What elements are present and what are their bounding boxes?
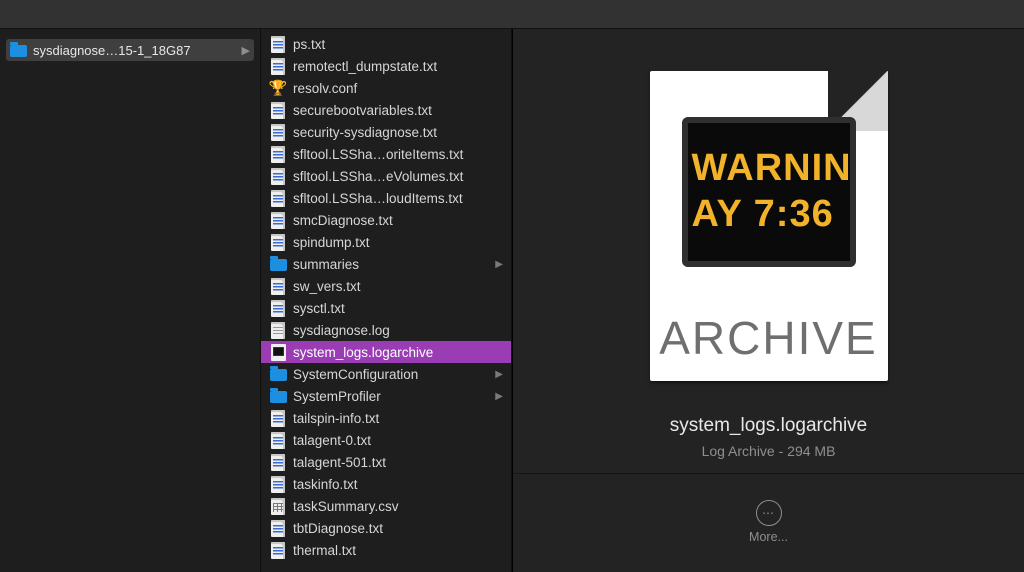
document-icon xyxy=(269,233,287,251)
document-icon xyxy=(269,101,287,119)
file-name: sysdiagnose.log xyxy=(293,323,390,338)
document-icon xyxy=(269,57,287,75)
document-icon xyxy=(269,277,287,295)
file-name: sw_vers.txt xyxy=(293,279,361,294)
window-titlebar[interactable] xyxy=(0,0,1024,29)
file-name: securebootvariables.txt xyxy=(293,103,432,118)
document-icon xyxy=(269,453,287,471)
console-text-line1: WARNIN xyxy=(692,149,850,189)
file-name: smcDiagnose.txt xyxy=(293,213,393,228)
ellipsis-icon: ⋯ xyxy=(762,506,775,520)
console-screen-icon: WARNIN AY 7:36 xyxy=(682,117,856,267)
file-name: sfltool.LSSha…eVolumes.txt xyxy=(293,169,463,184)
parent-folder-chip[interactable]: sysdiagnose…15-1_18G87 ▶ xyxy=(6,39,254,61)
document-icon xyxy=(269,299,287,317)
document-icon xyxy=(269,497,287,515)
file-row[interactable]: spindump.txt xyxy=(261,231,511,253)
column-view: sysdiagnose…15-1_18G87 ▶ ps.txt remotectl… xyxy=(0,29,1024,572)
file-row[interactable]: sysctl.txt xyxy=(261,297,511,319)
document-icon xyxy=(269,475,287,493)
chevron-right-icon: ▶ xyxy=(495,369,507,380)
file-row[interactable]: talagent-0.txt xyxy=(261,429,511,451)
document-icon xyxy=(269,321,287,339)
document-icon xyxy=(269,35,287,53)
file-name: security-sysdiagnose.txt xyxy=(293,125,437,140)
file-row[interactable]: securebootvariables.txt xyxy=(261,99,511,121)
more-area: ⋯ More... xyxy=(749,500,788,544)
preview-kind-size: Log Archive - 294 MB xyxy=(702,443,836,459)
file-row[interactable]: taskinfo.txt xyxy=(261,473,511,495)
parent-folder-label: sysdiagnose…15-1_18G87 xyxy=(33,43,191,58)
file-row[interactable]: system_logs.logarchive xyxy=(261,341,511,363)
document-icon xyxy=(269,189,287,207)
folder-icon xyxy=(269,255,287,273)
document-icon xyxy=(269,519,287,537)
document-icon xyxy=(269,431,287,449)
folder-icon xyxy=(10,44,27,56)
file-name: taskinfo.txt xyxy=(293,477,358,492)
folder-icon xyxy=(269,387,287,405)
file-name: ps.txt xyxy=(293,37,325,52)
file-row[interactable]: smcDiagnose.txt xyxy=(261,209,511,231)
chevron-right-icon: ▶ xyxy=(495,259,507,270)
finder-window: sysdiagnose…15-1_18G87 ▶ ps.txt remotectl… xyxy=(0,0,1024,572)
column-parent: sysdiagnose…15-1_18G87 ▶ xyxy=(0,29,261,572)
file-row[interactable]: remotectl_dumpstate.txt xyxy=(261,55,511,77)
file-name: thermal.txt xyxy=(293,543,356,558)
column-files: ps.txt remotectl_dumpstate.txt 🏆 resolv.con… xyxy=(261,29,512,572)
document-icon xyxy=(269,541,287,559)
file-name: SystemConfiguration xyxy=(293,367,418,382)
file-row[interactable]: summaries ▶ xyxy=(261,253,511,275)
folder-icon xyxy=(269,365,287,383)
file-row[interactable]: 🏆 resolv.conf xyxy=(261,77,511,99)
file-name: SystemProfiler xyxy=(293,389,381,404)
file-row[interactable]: sfltool.LSSha…loudItems.txt xyxy=(261,187,511,209)
file-row[interactable]: sfltool.LSSha…eVolumes.txt xyxy=(261,165,511,187)
logarchive-document-icon: WARNIN AY 7:36 ARCHIVE xyxy=(650,71,888,381)
file-row[interactable]: SystemProfiler ▶ xyxy=(261,385,511,407)
file-name: taskSummary.csv xyxy=(293,499,399,514)
file-row[interactable]: SystemConfiguration ▶ xyxy=(261,363,511,385)
chevron-right-icon: ▶ xyxy=(242,44,250,57)
file-list: ps.txt remotectl_dumpstate.txt 🏆 resolv.con… xyxy=(261,29,511,561)
divider xyxy=(513,473,1024,474)
console-text-line2: AY 7:36 xyxy=(692,195,850,235)
more-label: More... xyxy=(749,530,788,544)
file-name: tbtDiagnose.txt xyxy=(293,521,383,536)
file-name: tailspin-info.txt xyxy=(293,411,379,426)
file-name: sfltool.LSSha…oriteItems.txt xyxy=(293,147,463,162)
file-name: system_logs.logarchive xyxy=(293,345,433,360)
file-row[interactable]: security-sysdiagnose.txt xyxy=(261,121,511,143)
document-icon xyxy=(269,211,287,229)
file-row[interactable]: sfltool.LSSha…oriteItems.txt xyxy=(261,143,511,165)
file-name: talagent-501.txt xyxy=(293,455,386,470)
document-icon xyxy=(269,167,287,185)
file-name: spindump.txt xyxy=(293,235,370,250)
file-name: summaries xyxy=(293,257,359,272)
file-row[interactable]: tailspin-info.txt xyxy=(261,407,511,429)
file-row[interactable]: tbtDiagnose.txt xyxy=(261,517,511,539)
file-row[interactable]: taskSummary.csv xyxy=(261,495,511,517)
logarchive-icon xyxy=(269,343,287,361)
file-name: remotectl_dumpstate.txt xyxy=(293,59,437,74)
file-row[interactable]: sw_vers.txt xyxy=(261,275,511,297)
file-row[interactable]: talagent-501.txt xyxy=(261,451,511,473)
app-icon: 🏆 xyxy=(269,79,287,97)
document-icon xyxy=(269,145,287,163)
preview-icon: WARNIN AY 7:36 ARCHIVE xyxy=(644,71,894,381)
file-row[interactable]: sysdiagnose.log xyxy=(261,319,511,341)
column-preview: WARNIN AY 7:36 ARCHIVE system_logs.logar… xyxy=(512,29,1024,572)
preview-filename: system_logs.logarchive xyxy=(670,415,867,437)
document-kind-label: ARCHIVE xyxy=(650,311,888,365)
file-row[interactable]: thermal.txt xyxy=(261,539,511,561)
file-name: talagent-0.txt xyxy=(293,433,371,448)
file-name: sfltool.LSSha…loudItems.txt xyxy=(293,191,463,206)
file-row[interactable]: ps.txt xyxy=(261,33,511,55)
file-name: resolv.conf xyxy=(293,81,357,96)
chevron-right-icon: ▶ xyxy=(495,391,507,402)
file-name: sysctl.txt xyxy=(293,301,345,316)
document-icon xyxy=(269,123,287,141)
document-icon xyxy=(269,409,287,427)
more-button[interactable]: ⋯ xyxy=(756,500,782,526)
